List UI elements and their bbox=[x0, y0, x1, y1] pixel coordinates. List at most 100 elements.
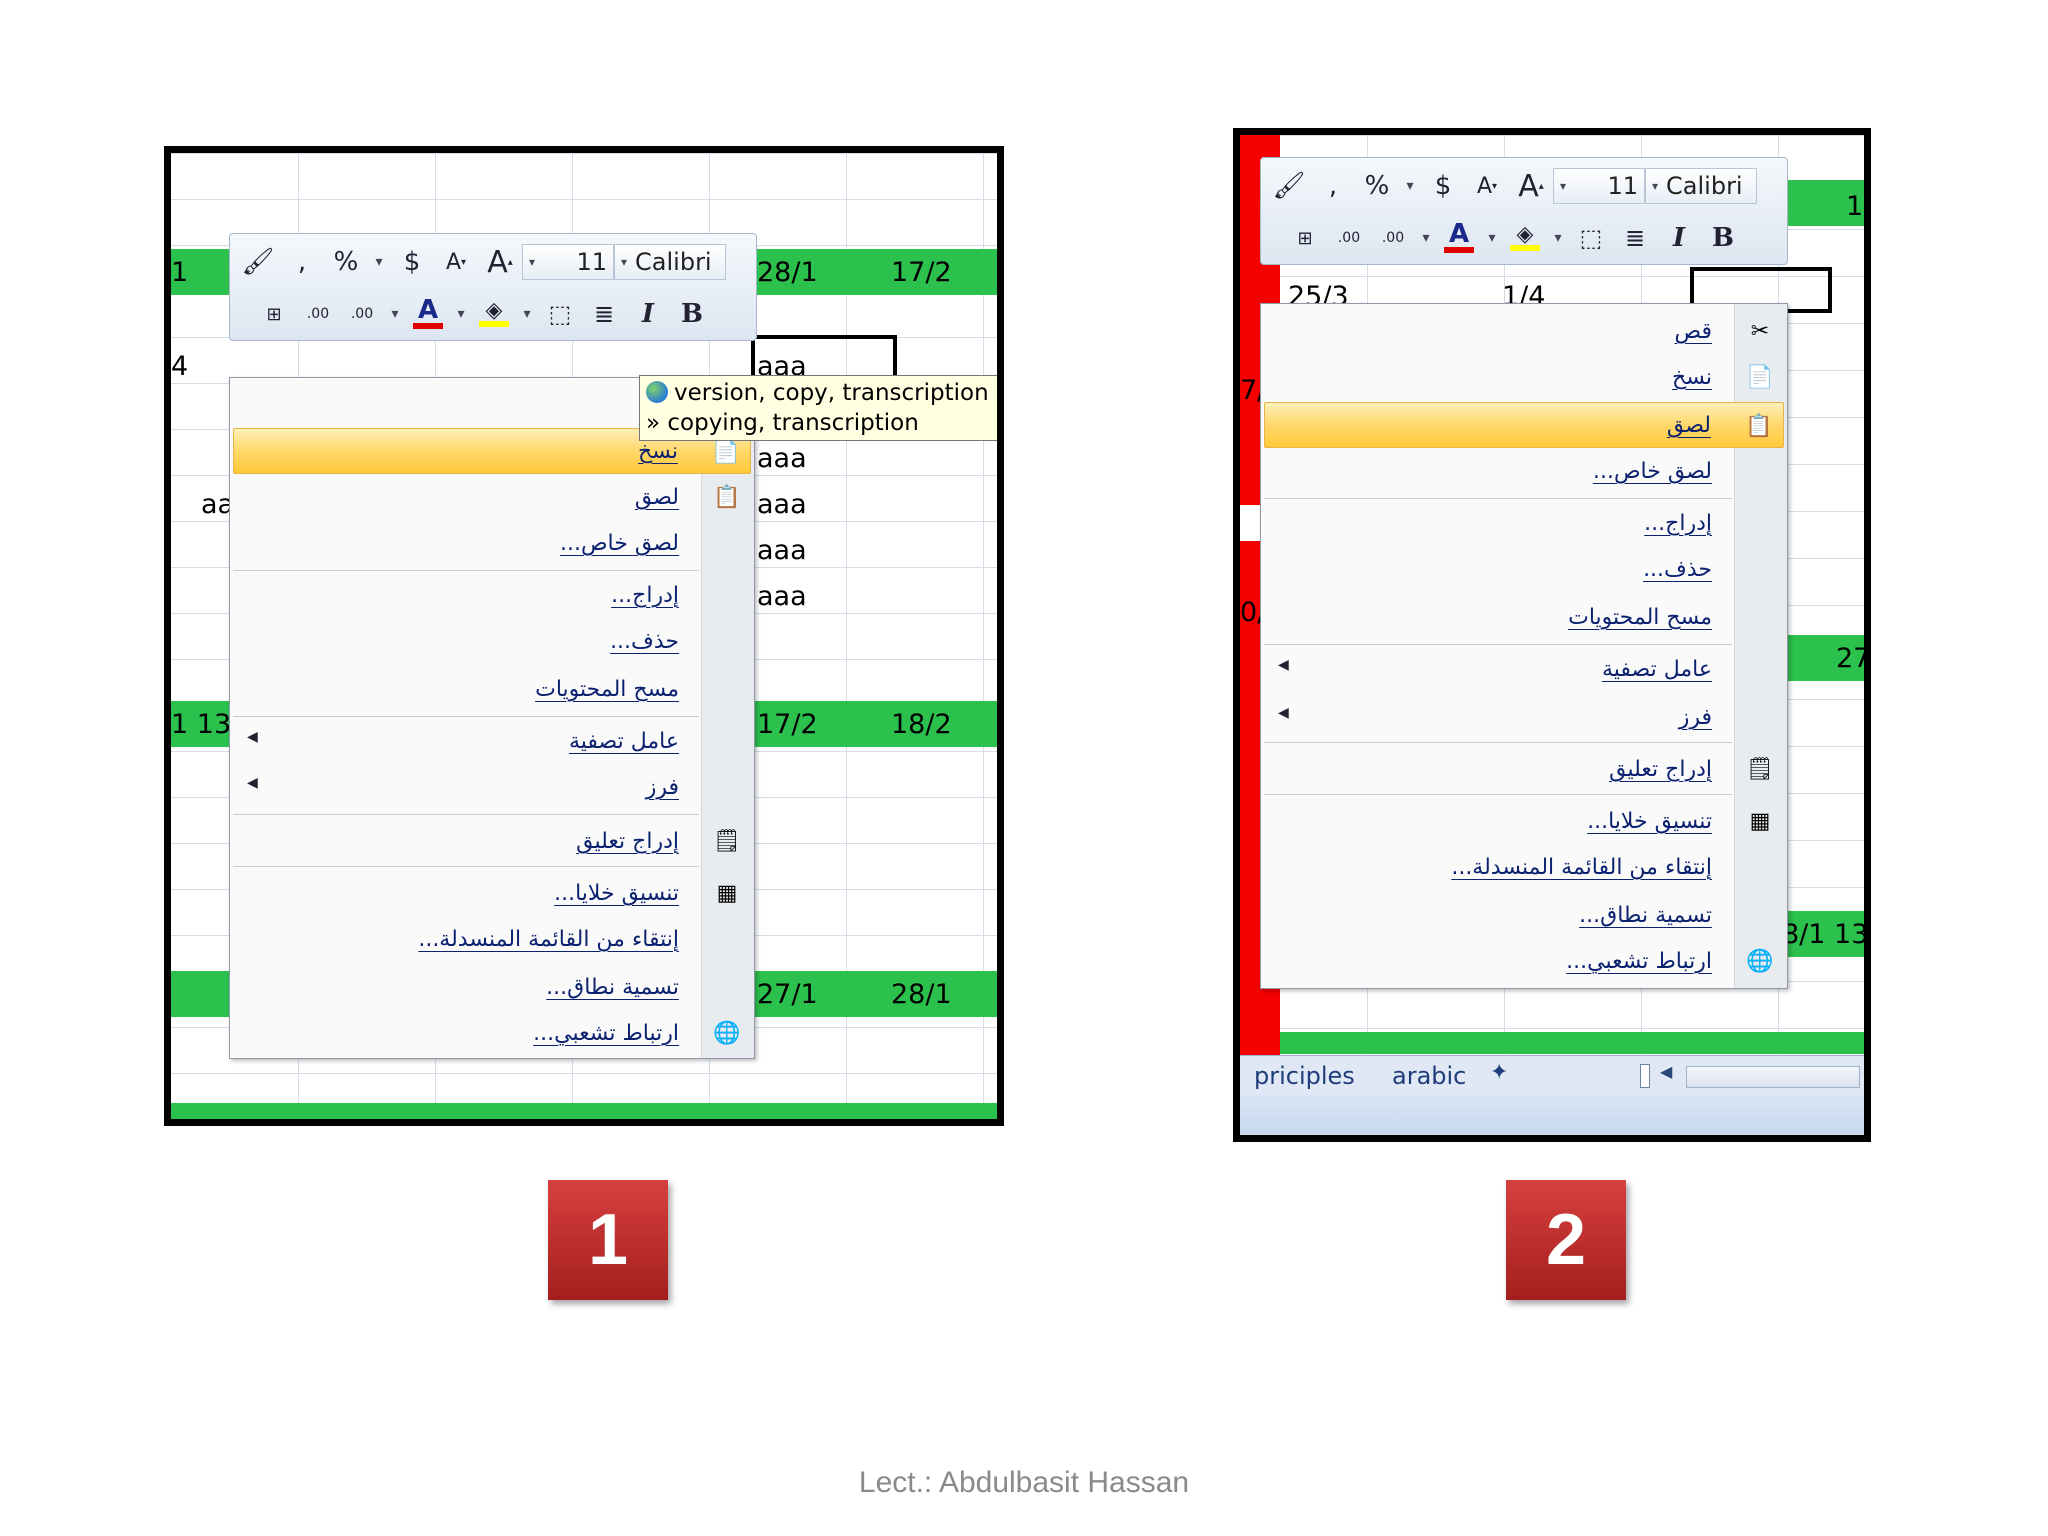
borders-icon[interactable]: ⬚ bbox=[538, 292, 582, 336]
cell-text[interactable]: 1 13 bbox=[171, 711, 231, 738]
paste-icon: 📋 bbox=[1745, 413, 1773, 439]
merge-center-icon[interactable]: ⊞ bbox=[252, 292, 296, 336]
menu-item-sort[interactable]: ◀ فرز bbox=[233, 764, 751, 810]
chevron-down-icon[interactable]: ▾ bbox=[450, 292, 472, 336]
font-size-select[interactable]: ▾ 11 bbox=[1553, 168, 1645, 204]
menu-item-clear-contents[interactable]: مسح المحتويات bbox=[233, 666, 751, 712]
menu-item-cut[interactable]: قص ✂ bbox=[1264, 308, 1784, 354]
format-painter-icon[interactable]: 🖌 bbox=[1267, 164, 1311, 208]
decrease-decimal-button[interactable]: .00 bbox=[340, 292, 384, 336]
menu-item-paste[interactable]: لصق 📋 bbox=[233, 474, 751, 520]
italic-button[interactable]: I bbox=[626, 292, 670, 336]
decrease-decimal-button[interactable]: .00 bbox=[1371, 216, 1415, 260]
chevron-down-icon[interactable]: ▾ bbox=[1415, 216, 1437, 260]
cell-text[interactable]: 28/1 bbox=[757, 259, 818, 286]
grow-font-button[interactable]: A ▴ bbox=[1509, 164, 1553, 208]
paint-bucket-icon: ◈ bbox=[485, 298, 503, 324]
percent-style-button[interactable]: % bbox=[324, 240, 368, 284]
menu-item-clear-contents[interactable]: مسح المحتويات bbox=[1264, 594, 1784, 640]
menu-item-sort[interactable]: ◀ فرز bbox=[1264, 694, 1784, 740]
menu-item-hyperlink[interactable]: ارتباط تشعبي... 🌐 bbox=[233, 1010, 751, 1056]
currency-button[interactable]: $ bbox=[1421, 164, 1465, 208]
comma-style-button[interactable]: , bbox=[280, 240, 324, 284]
submenu-arrow-icon: ◀ bbox=[247, 729, 258, 745]
chevron-down-icon[interactable]: ▾ bbox=[384, 292, 406, 336]
comment-icon: 🗒 bbox=[713, 828, 741, 854]
cell-text[interactable]: 27 bbox=[1836, 645, 1864, 672]
font-name-select[interactable]: ▾ Calibri bbox=[614, 244, 726, 280]
comma-style-button[interactable]: , bbox=[1311, 164, 1355, 208]
cell-text[interactable]: aaa bbox=[757, 491, 807, 518]
align-center-icon[interactable]: ≣ bbox=[1613, 216, 1657, 260]
scroll-left-icon[interactable]: ◀ bbox=[1660, 1062, 1672, 1081]
font-color-button[interactable]: A bbox=[406, 292, 450, 336]
menu-item-hyperlink[interactable]: ارتباط تشعبي... 🌐 bbox=[1264, 938, 1784, 984]
menu-item-pick-from-list[interactable]: إنتقاء من القائمة المنسدلة... bbox=[1264, 844, 1784, 890]
menu-separator bbox=[233, 814, 699, 815]
menu-item-insert[interactable]: إدراج... bbox=[233, 572, 751, 618]
cell-text[interactable]: 27/1 bbox=[757, 981, 818, 1008]
menu-item-name-range[interactable]: تسمية نطاق... bbox=[233, 964, 751, 1010]
italic-button[interactable]: I bbox=[1657, 216, 1701, 260]
percent-style-button[interactable]: % bbox=[1355, 164, 1399, 208]
cell-text[interactable]: 1 bbox=[171, 259, 188, 286]
insert-sheet-icon[interactable]: ✦ bbox=[1490, 1060, 1508, 1085]
cell-text[interactable]: aaa bbox=[757, 583, 807, 610]
horizontal-scrollbar[interactable] bbox=[1686, 1066, 1860, 1088]
cell-text[interactable]: 17/2 bbox=[891, 259, 952, 286]
menu-item-filter[interactable]: ◀ عامل تصفية bbox=[1264, 646, 1784, 692]
font-name-select[interactable]: ▾ Calibri bbox=[1645, 168, 1757, 204]
menu-item-insert[interactable]: إدراج... bbox=[1264, 500, 1784, 546]
screenshot-panel-2: 14 25/3 1/4 7/ 0/ 27 8/1 13 🖌 , % ▾ $ A▾… bbox=[1233, 128, 1871, 1142]
hyperlink-icon: 🌐 bbox=[1746, 948, 1774, 974]
grow-font-button[interactable]: A ▴ bbox=[478, 240, 522, 284]
shrink-font-button[interactable]: A ▾ bbox=[434, 240, 478, 284]
font-size-select[interactable]: ▾ 11 bbox=[522, 244, 614, 280]
cell-text[interactable]: aaa bbox=[757, 537, 807, 564]
sheet-tab-priciples[interactable]: priciples bbox=[1254, 1062, 1355, 1090]
menu-item-insert-comment[interactable]: إدراج تعليق 🗒 bbox=[233, 818, 751, 864]
menu-item-paste[interactable]: لصق 📋 bbox=[1264, 402, 1784, 448]
chevron-down-icon[interactable]: ▾ bbox=[1481, 216, 1503, 260]
borders-icon[interactable]: ⬚ bbox=[1569, 216, 1613, 260]
cell-text[interactable]: 8/1 13 bbox=[1782, 921, 1864, 948]
sheet-tab-arabic[interactable]: arabic bbox=[1392, 1062, 1466, 1090]
chevron-down-icon: ▾ bbox=[529, 255, 536, 269]
fill-color-button[interactable]: ◈ bbox=[1503, 216, 1547, 260]
format-painter-icon[interactable]: 🖌 bbox=[236, 240, 280, 284]
chevron-down-icon[interactable]: ▾ bbox=[368, 240, 390, 284]
shrink-font-button[interactable]: A ▾ bbox=[1465, 164, 1509, 208]
menu-item-delete[interactable]: حذف... bbox=[233, 618, 751, 664]
font-color-button[interactable]: A bbox=[1437, 216, 1481, 260]
menu-separator bbox=[1264, 498, 1732, 499]
menu-item-format-cells[interactable]: تنسيق خلايا... ▦ bbox=[233, 870, 751, 916]
menu-item-name-range[interactable]: تسمية نطاق... bbox=[1264, 892, 1784, 938]
align-center-icon[interactable]: ≣ bbox=[582, 292, 626, 336]
menu-item-format-cells[interactable]: تنسيق خلايا... ▦ bbox=[1264, 798, 1784, 844]
fill-color-button[interactable]: ◈ bbox=[472, 292, 516, 336]
menu-item-insert-comment[interactable]: إدراج تعليق 🗒 bbox=[1264, 746, 1784, 792]
submenu-arrow-icon: ◀ bbox=[247, 775, 258, 791]
currency-button[interactable]: $ bbox=[390, 240, 434, 284]
cell-text[interactable]: 18/2 bbox=[891, 711, 952, 738]
menu-item-paste-special[interactable]: لصق خاص... bbox=[233, 520, 751, 566]
increase-decimal-button[interactable]: .00 bbox=[1327, 216, 1371, 260]
menu-item-delete[interactable]: حذف... bbox=[1264, 546, 1784, 592]
cell-text[interactable]: aaa bbox=[757, 445, 807, 472]
menu-item-paste-special[interactable]: لصق خاص... bbox=[1264, 448, 1784, 494]
cell-text[interactable]: 4 bbox=[171, 353, 188, 380]
cell-text[interactable]: 17/2 bbox=[757, 711, 818, 738]
merge-center-icon[interactable]: ⊞ bbox=[1283, 216, 1327, 260]
chevron-down-icon[interactable]: ▾ bbox=[1399, 164, 1421, 208]
menu-item-copy[interactable]: نسخ 📄 bbox=[1264, 354, 1784, 400]
tab-split-handle[interactable] bbox=[1640, 1064, 1650, 1088]
menu-item-pick-from-list[interactable]: إنتقاء من القائمة المنسدلة... bbox=[233, 916, 751, 962]
chevron-down-icon[interactable]: ▾ bbox=[516, 292, 538, 336]
chevron-down-icon[interactable]: ▾ bbox=[1547, 216, 1569, 260]
bold-button[interactable]: B bbox=[1701, 216, 1745, 260]
bold-button[interactable]: B bbox=[670, 292, 714, 336]
cell-text[interactable]: 28/1 bbox=[891, 981, 952, 1008]
menu-item-filter[interactable]: ◀ عامل تصفية bbox=[233, 718, 751, 764]
increase-decimal-button[interactable]: .00 bbox=[296, 292, 340, 336]
cell-text[interactable]: 14 bbox=[1846, 193, 1864, 220]
